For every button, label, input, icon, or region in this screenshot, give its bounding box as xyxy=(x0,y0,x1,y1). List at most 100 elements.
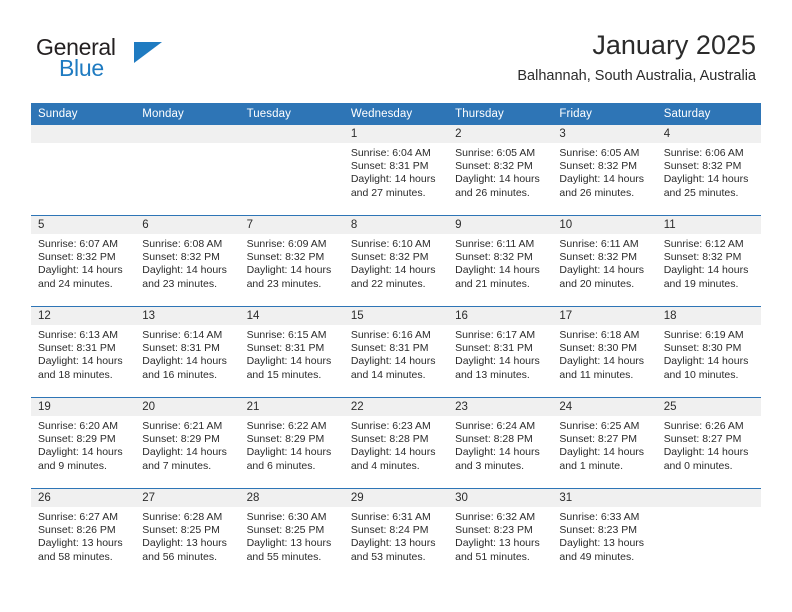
day-details: Sunrise: 6:11 AM Sunset: 8:32 PM Daylight:… xyxy=(448,234,552,291)
calendar-day-cell[interactable]: 11 Sunrise: 6:12 AM Sunset: 8:32 PM Dayligh… xyxy=(656,215,761,307)
calendar-day-cell[interactable]: 6 Sunrise: 6:08 AM Sunset: 8:32 PM Daylight… xyxy=(135,215,240,307)
calendar-day-cell[interactable]: 21 Sunrise: 6:22 AM Sunset: 8:29 PM Dayligh… xyxy=(239,397,344,489)
day-number: 6 xyxy=(135,216,240,234)
daylight-text-line2: and 53 minutes. xyxy=(350,550,426,563)
calendar-day-cell[interactable]: 4 Sunrise: 6:06 AM Sunset: 8:32 PM Daylight… xyxy=(656,125,761,216)
calendar-day-cell[interactable]: 12 Sunrise: 6:13 AM Sunset: 8:31 PM Dayligh… xyxy=(31,306,136,398)
daylight-text-line2: and 18 minutes. xyxy=(38,368,113,381)
day-number: 21 xyxy=(239,398,344,416)
logo-text-blue: Blue xyxy=(59,55,104,81)
calendar-day-cell[interactable]: 30 Sunrise: 6:32 AM Sunset: 8:23 PM Dayligh… xyxy=(448,488,553,579)
sunset-text: Sunset: 8:28 PM xyxy=(455,433,533,446)
day-number: 11 xyxy=(656,216,761,234)
calendar-body: 1 Sunrise: 6:04 AM Sunset: 8:31 PM Daylight… xyxy=(31,125,761,579)
daylight-text-line2: and 24 minutes. xyxy=(38,277,113,290)
calendar-day-cell[interactable]: 10 Sunrise: 6:11 AM Sunset: 8:32 PM Dayligh… xyxy=(552,215,657,307)
day-number xyxy=(656,489,761,507)
general-blue-logo[interactable]: General Blue xyxy=(36,34,216,90)
day-details: Sunrise: 6:24 AM Sunset: 8:28 PM Daylight:… xyxy=(448,416,552,473)
calendar-day-cell[interactable]: 9 Sunrise: 6:11 AM Sunset: 8:32 PM Daylight… xyxy=(448,215,553,307)
calendar-week-row: 19 Sunrise: 6:20 AM Sunset: 8:29 PM Dayligh… xyxy=(31,397,761,489)
daylight-text-line2: and 3 minutes. xyxy=(455,459,525,472)
daylight-text-line2: and 11 minutes. xyxy=(559,368,634,381)
day-details: Sunrise: 6:15 AM Sunset: 8:31 PM Daylight:… xyxy=(240,325,344,382)
day-details: Sunrise: 6:05 AM Sunset: 8:32 PM Daylight:… xyxy=(552,143,656,200)
day-details: Sunrise: 6:23 AM Sunset: 8:28 PM Daylight:… xyxy=(344,416,448,473)
weekday-header-monday: Monday xyxy=(135,103,240,125)
calendar-day-cell[interactable]: 5 Sunrise: 6:07 AM Sunset: 8:32 PM Daylight… xyxy=(31,215,136,307)
sunset-text: Sunset: 8:29 PM xyxy=(142,433,220,446)
calendar-day-cell[interactable]: 22 Sunrise: 6:23 AM Sunset: 8:28 PM Dayligh… xyxy=(343,397,449,489)
calendar-day-cell-empty xyxy=(135,125,240,216)
sunrise-text: Sunrise: 6:06 AM xyxy=(663,147,744,159)
weekday-header-sunday: Sunday xyxy=(31,103,136,125)
daylight-text-line1: Daylight: 14 hours xyxy=(663,264,749,277)
day-details: Sunrise: 6:27 AM Sunset: 8:26 PM Daylight:… xyxy=(31,507,135,564)
daylight-text-line1: Daylight: 14 hours xyxy=(350,446,436,459)
daylight-text-line1: Daylight: 14 hours xyxy=(350,355,436,368)
calendar-day-cell[interactable]: 7 Sunrise: 6:09 AM Sunset: 8:32 PM Daylight… xyxy=(239,215,344,307)
sunrise-text: Sunrise: 6:32 AM xyxy=(455,511,536,523)
daylight-text-line2: and 1 minute. xyxy=(559,459,624,472)
sunset-text: Sunset: 8:29 PM xyxy=(38,433,116,446)
daylight-text-line2: and 20 minutes. xyxy=(559,277,635,290)
title-block: January 2025 Balhannah, South Australia,… xyxy=(517,28,756,86)
sunrise-text: Sunrise: 6:07 AM xyxy=(38,238,118,250)
sunrise-text: Sunrise: 6:21 AM xyxy=(142,420,223,432)
calendar-day-cell[interactable]: 3 Sunrise: 6:05 AM Sunset: 8:32 PM Daylight… xyxy=(552,125,657,216)
sunset-text: Sunset: 8:32 PM xyxy=(663,160,742,173)
calendar-day-cell[interactable]: 26 Sunrise: 6:27 AM Sunset: 8:26 PM Dayligh… xyxy=(31,488,136,579)
sunset-text: Sunset: 8:25 PM xyxy=(246,524,325,537)
calendar-day-cell[interactable]: 13 Sunrise: 6:14 AM Sunset: 8:31 PM Dayligh… xyxy=(135,306,240,398)
calendar-day-cell[interactable]: 1 Sunrise: 6:04 AM Sunset: 8:31 PM Daylight… xyxy=(343,125,449,216)
day-number: 16 xyxy=(448,307,553,325)
day-details: Sunrise: 6:05 AM Sunset: 8:32 PM Daylight:… xyxy=(448,143,552,200)
day-number: 13 xyxy=(135,307,240,325)
calendar-day-cell[interactable]: 23 Sunrise: 6:24 AM Sunset: 8:28 PM Dayligh… xyxy=(448,397,553,489)
daylight-text-line2: and 26 minutes. xyxy=(455,186,530,199)
calendar-day-cell[interactable]: 31 Sunrise: 6:33 AM Sunset: 8:23 PM Dayligh… xyxy=(552,488,657,579)
day-details: Sunrise: 6:25 AM Sunset: 8:27 PM Daylight:… xyxy=(552,416,656,473)
page-title: January 2025 xyxy=(592,30,756,60)
calendar-day-cell[interactable]: 28 Sunrise: 6:30 AM Sunset: 8:25 PM Dayligh… xyxy=(239,488,344,579)
weekday-header-friday: Friday xyxy=(552,103,657,125)
calendar-day-cell[interactable]: 8 Sunrise: 6:10 AM Sunset: 8:32 PM Daylight… xyxy=(343,215,449,307)
daylight-text-line1: Daylight: 14 hours xyxy=(246,355,332,368)
sunset-text: Sunset: 8:27 PM xyxy=(559,433,638,446)
daylight-text-line2: and 26 minutes. xyxy=(559,186,635,199)
daylight-text-line2: and 9 minutes. xyxy=(38,459,107,472)
day-details: Sunrise: 6:28 AM Sunset: 8:25 PM Daylight:… xyxy=(135,507,239,564)
daylight-text-line1: Daylight: 14 hours xyxy=(559,446,645,459)
calendar-day-cell[interactable]: 25 Sunrise: 6:26 AM Sunset: 8:27 PM Dayligh… xyxy=(656,397,761,489)
calendar-day-cell[interactable]: 2 Sunrise: 6:05 AM Sunset: 8:32 PM Daylight… xyxy=(448,125,553,216)
calendar-header-row: Sunday Monday Tuesday Wednesday Thursday Frid… xyxy=(31,103,761,125)
sunrise-text: Sunrise: 6:33 AM xyxy=(559,511,640,523)
daylight-text-line1: Daylight: 14 hours xyxy=(663,355,749,368)
page-header: General Blue January 2025 Balhannah, Sou… xyxy=(0,28,792,100)
day-number: 17 xyxy=(552,307,657,325)
sunrise-text: Sunrise: 6:26 AM xyxy=(663,420,744,432)
day-number: 14 xyxy=(239,307,344,325)
calendar-day-cell[interactable]: 19 Sunrise: 6:20 AM Sunset: 8:29 PM Dayligh… xyxy=(31,397,136,489)
day-details: Sunrise: 6:26 AM Sunset: 8:27 PM Daylight:… xyxy=(657,416,761,473)
calendar-day-cell[interactable]: 14 Sunrise: 6:15 AM Sunset: 8:31 PM Dayligh… xyxy=(239,306,344,398)
calendar-day-cell[interactable]: 24 Sunrise: 6:25 AM Sunset: 8:27 PM Dayligh… xyxy=(552,397,657,489)
sunrise-text: Sunrise: 6:22 AM xyxy=(246,420,327,432)
calendar-day-cell[interactable]: 17 Sunrise: 6:18 AM Sunset: 8:30 PM Dayligh… xyxy=(552,306,657,398)
day-details: Sunrise: 6:04 AM Sunset: 8:31 PM Daylight:… xyxy=(344,143,448,200)
calendar-day-cell[interactable]: 15 Sunrise: 6:16 AM Sunset: 8:31 PM Dayligh… xyxy=(343,306,449,398)
calendar-day-cell[interactable]: 18 Sunrise: 6:19 AM Sunset: 8:30 PM Dayligh… xyxy=(656,306,761,398)
calendar-day-cell[interactable]: 29 Sunrise: 6:31 AM Sunset: 8:24 PM Dayligh… xyxy=(343,488,449,579)
day-number: 12 xyxy=(31,307,136,325)
calendar-day-cell[interactable]: 20 Sunrise: 6:21 AM Sunset: 8:29 PM Dayligh… xyxy=(135,397,240,489)
calendar-day-cell[interactable]: 27 Sunrise: 6:28 AM Sunset: 8:25 PM Dayligh… xyxy=(135,488,240,579)
sunset-text: Sunset: 8:30 PM xyxy=(559,342,638,355)
sunset-text: Sunset: 8:30 PM xyxy=(663,342,742,355)
sunrise-text: Sunrise: 6:11 AM xyxy=(455,238,535,250)
sunrise-text: Sunrise: 6:16 AM xyxy=(350,329,431,341)
day-details: Sunrise: 6:33 AM Sunset: 8:23 PM Daylight:… xyxy=(552,507,656,564)
weekday-header-wednesday: Wednesday xyxy=(343,103,449,125)
sunset-text: Sunset: 8:32 PM xyxy=(246,251,325,264)
calendar-table: Sunday Monday Tuesday Wednesday Thursday Frid… xyxy=(31,103,761,579)
calendar-day-cell[interactable]: 16 Sunrise: 6:17 AM Sunset: 8:31 PM Dayligh… xyxy=(448,306,553,398)
